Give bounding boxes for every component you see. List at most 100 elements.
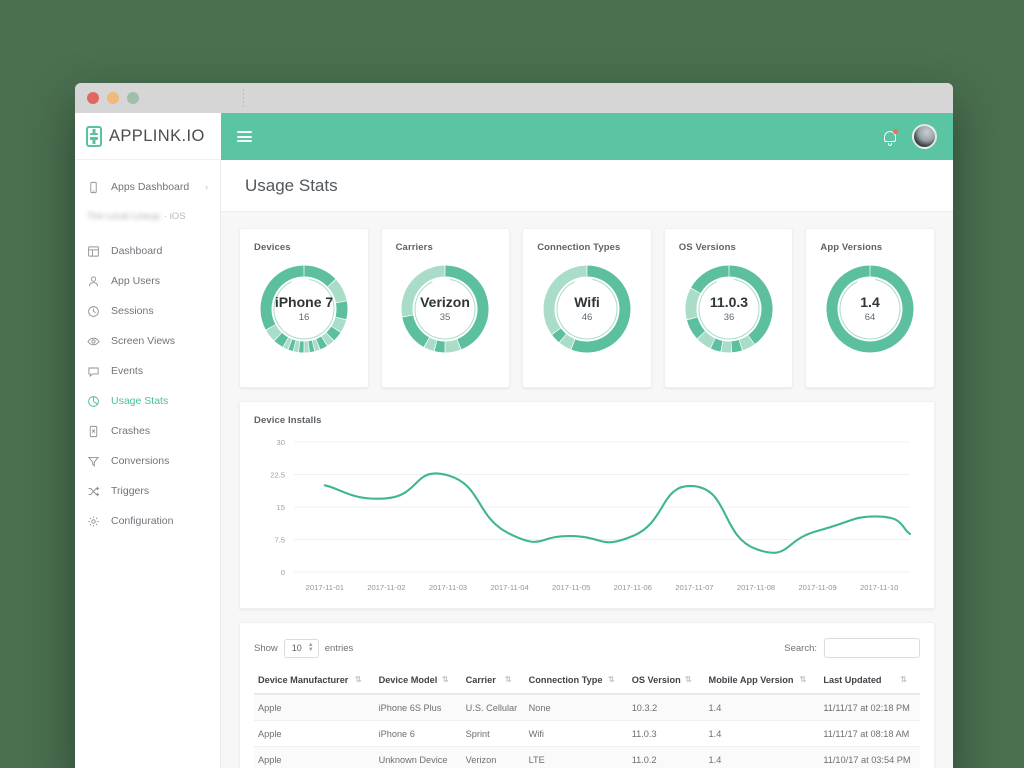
table-row[interactable]: Apple iPhone 6 Sprint Wifi 11.0.3 1.4 11/11/17… xyxy=(254,720,920,747)
donut-segment xyxy=(686,317,705,339)
table-cell: 11/11/17 at 02:18 PM xyxy=(819,694,920,721)
donut-segment xyxy=(326,326,341,341)
y-axis-tick: 30 xyxy=(277,438,285,447)
donut-segment xyxy=(308,340,315,353)
browser-window: APPLINK.IO Apps Dashboard › The Local Li… xyxy=(75,83,953,768)
device-table: Device Manufacturer ⇅ Device Model ⇅ Carri… xyxy=(254,668,920,768)
sidebar-item-events[interactable]: Events xyxy=(75,356,220,386)
brand-logo[interactable]: APPLINK.IO xyxy=(75,113,221,160)
hamburger-menu-icon[interactable] xyxy=(237,131,252,142)
table-head: Device Manufacturer ⇅ Device Model ⇅ Carri… xyxy=(254,668,920,695)
column-header-mobile-app-version[interactable]: Mobile App Version ⇅ xyxy=(704,668,820,695)
sort-icon: ⇅ xyxy=(684,675,692,684)
column-header-os-version[interactable]: OS Version ⇅ xyxy=(627,668,705,695)
donut-segment xyxy=(445,339,462,353)
x-axis-tick: 2017-11-08 xyxy=(737,583,775,592)
sidebar-item-screen-views[interactable]: Screen Views xyxy=(75,326,220,356)
donut-segment xyxy=(434,340,446,353)
stat-card-app-versions: App Versions 1.4 64 xyxy=(805,228,935,388)
x-axis-tick: 2017-11-06 xyxy=(614,583,652,592)
column-header-carrier[interactable]: Carrier ⇅ xyxy=(461,668,525,695)
sidebar-item-label: Apps Dashboard xyxy=(111,181,190,193)
sidebar-item-label: Events xyxy=(111,365,144,377)
card-title: Devices xyxy=(254,242,291,253)
sidebar-item-configuration[interactable]: Configuration xyxy=(75,506,220,536)
page-size-value: 10 xyxy=(291,643,302,653)
donut-center-value: 46 xyxy=(582,312,593,323)
donut-segment xyxy=(293,340,300,353)
table-cell: U.S. Cellular xyxy=(461,694,525,721)
donut-svg: Wifi 46 xyxy=(543,265,631,353)
donut-center-value: 16 xyxy=(299,312,310,323)
pie-chart-icon xyxy=(87,395,100,408)
column-header-device-manufacturer[interactable]: Device Manufacturer ⇅ xyxy=(254,668,375,695)
page-size-control: Show 10 ▲ ▼ entries xyxy=(254,638,353,658)
card-title: App Versions xyxy=(820,242,883,253)
device-table-card: Show 10 ▲ ▼ entries Search: Device Manuf… xyxy=(239,622,935,768)
eye-icon xyxy=(87,335,100,348)
sidebar-item-label: Sessions xyxy=(111,305,154,317)
sidebar-item-usage-stats[interactable]: Usage Stats xyxy=(75,386,220,416)
column-header-device-model[interactable]: Device Model ⇅ xyxy=(374,668,462,695)
donut-center-label: 11.0.3 xyxy=(710,294,748,310)
column-label: Device Manufacturer xyxy=(258,675,349,685)
notification-bell-icon[interactable] xyxy=(882,128,898,146)
donut-segment xyxy=(327,279,347,303)
stat-card-connection-types: Connection Types Wifi 46 xyxy=(522,228,652,388)
search-input[interactable] xyxy=(824,638,920,658)
line-chart-device-installs: 0 7.5 15 22.5 30 2017-11-01 2017-11-02 2017-11-… xyxy=(240,426,934,605)
sort-icon: ⇅ xyxy=(354,675,362,684)
minimize-window-button[interactable] xyxy=(107,92,119,104)
x-axis-tick: 2017-11-05 xyxy=(552,583,590,592)
donut-center-label: Verizon xyxy=(420,294,470,310)
column-header-last-updated[interactable]: Last Updated ⇅ xyxy=(819,668,920,695)
line-chart-svg: 0 7.5 15 22.5 30 2017-11-01 2017-11-02 2017-11-… xyxy=(270,438,912,592)
table-row[interactable]: Apple Unknown Device Verizon LTE 11.0.2 1.4 11… xyxy=(254,746,920,768)
sidebar-item-dashboard[interactable]: Dashboard xyxy=(75,236,220,266)
donut-segment xyxy=(710,338,723,352)
donut-chart-connection-types: Wifi 46 xyxy=(523,257,651,361)
column-label: Mobile App Version xyxy=(708,675,794,685)
sidebar-item-label: Usage Stats xyxy=(111,395,169,407)
close-window-button[interactable] xyxy=(87,92,99,104)
table-toolbar: Show 10 ▲ ▼ entries Search: xyxy=(254,635,920,661)
donut-center-value: 35 xyxy=(440,312,451,323)
current-app-name: The Local Lineup xyxy=(87,210,160,222)
sidebar-item-label: Crashes xyxy=(111,425,151,437)
table-cell: 11/11/17 at 08:18 AM xyxy=(819,720,920,747)
donut-svg: Verizon 35 xyxy=(401,265,489,353)
sidebar-item-app-users[interactable]: App Users xyxy=(75,266,220,296)
x-axis-tick: 2017-11-02 xyxy=(367,583,405,592)
zoom-window-button[interactable] xyxy=(127,92,139,104)
sidebar-item-conversions[interactable]: Conversions xyxy=(75,446,220,476)
table-cell: Apple xyxy=(254,694,375,721)
avatar[interactable] xyxy=(912,124,937,149)
table-cell: 11.0.2 xyxy=(627,746,705,768)
table-cell: 1.4 xyxy=(704,694,820,721)
page-size-select[interactable]: 10 ▲ ▼ xyxy=(283,638,319,658)
column-header-connection-type[interactable]: Connection Type ⇅ xyxy=(524,668,628,695)
sidebar-item-sessions[interactable]: Sessions xyxy=(75,296,220,326)
sidebar-item-crashes[interactable]: Crashes xyxy=(75,416,220,446)
table-cell: iPhone 6 xyxy=(374,720,462,747)
sidebar-item-triggers[interactable]: Triggers xyxy=(75,476,220,506)
table-cell: 11.0.3 xyxy=(627,720,705,747)
table-row[interactable]: Apple iPhone 6S Plus U.S. Cellular None 10.3… xyxy=(254,694,920,721)
table-cell: Sprint xyxy=(461,720,525,747)
top-navbar xyxy=(221,113,953,160)
notification-badge xyxy=(893,128,898,134)
sidebar: Apps Dashboard › The Local Lineup · iOS … xyxy=(75,160,221,768)
sidebar-item-apps-dashboard[interactable]: Apps Dashboard › xyxy=(75,172,220,202)
line-series xyxy=(323,472,912,554)
sidebar-item-label: Configuration xyxy=(111,515,174,527)
donut-segment xyxy=(697,331,715,349)
sort-icon: ⇅ xyxy=(607,675,615,684)
table-cell: Wifi xyxy=(524,720,628,747)
brand-name: APPLINK.IO xyxy=(109,126,205,145)
donut-segment xyxy=(335,301,348,320)
donut-segment xyxy=(274,332,288,347)
donut-center-value: 36 xyxy=(723,312,734,323)
layout-icon xyxy=(87,245,100,258)
stat-card-os-versions: OS Versions 11.0.3 36 xyxy=(663,228,794,388)
window-titlebar xyxy=(75,83,953,113)
